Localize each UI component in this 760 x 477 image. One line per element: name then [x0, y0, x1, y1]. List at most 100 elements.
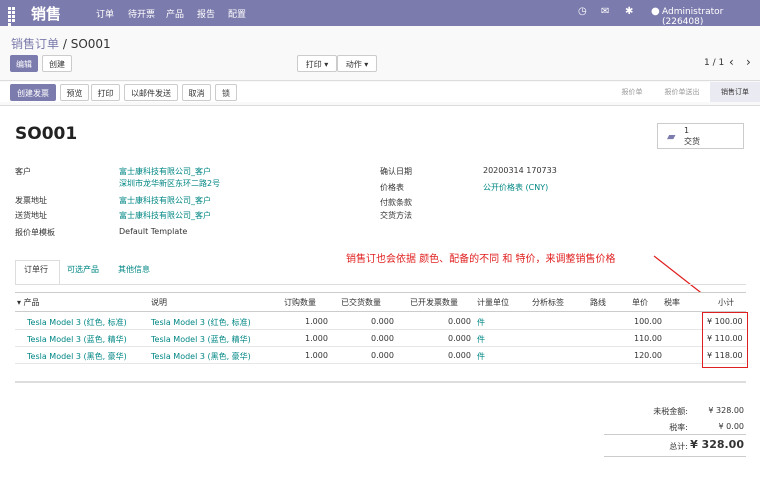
- create-button[interactable]: 创建: [42, 55, 72, 72]
- tab-other-info[interactable]: 其他信息: [118, 264, 150, 275]
- pager-value: 1 / 1: [704, 58, 725, 68]
- truck-icon: ▰: [667, 130, 676, 143]
- row-invoiced: 0.000: [448, 351, 471, 360]
- row-invoiced: 0.000: [448, 334, 471, 343]
- payment-terms-label: 付款条款: [380, 198, 412, 207]
- row-delivered: 0.000: [371, 317, 394, 326]
- print-button[interactable]: 打印: [91, 84, 120, 101]
- template-label: 报价单模板: [15, 228, 55, 237]
- user-menu[interactable]: Administrator (226408): [662, 7, 760, 27]
- row-delivered: 0.000: [371, 351, 394, 360]
- stage-sales-order[interactable]: 销售订单: [710, 82, 760, 102]
- col-delivered-qty[interactable]: 已交货数量: [341, 297, 381, 308]
- edit-button[interactable]: 编辑: [10, 55, 38, 72]
- pager-next-icon[interactable]: ›: [746, 55, 751, 69]
- print-dropdown[interactable]: 打印 ▾: [297, 55, 337, 72]
- row-description[interactable]: Tesla Model 3 (蓝色, 精华): [151, 334, 251, 345]
- menu-orders[interactable]: 订单: [96, 7, 114, 20]
- tab-optional-products[interactable]: 可选产品: [67, 264, 99, 275]
- col-subtotal[interactable]: 小计: [718, 297, 734, 308]
- order-name: SO001: [15, 124, 78, 144]
- row-description[interactable]: Tesla Model 3 (红色, 标准): [151, 317, 251, 328]
- preview-button[interactable]: 预览: [60, 84, 89, 101]
- col-invoiced-qty[interactable]: 已开发票数量: [410, 297, 458, 308]
- menu-to-invoice[interactable]: 待开票: [128, 7, 155, 20]
- row-qty[interactable]: 1.000: [305, 334, 328, 343]
- col-ordered-qty[interactable]: 订购数量: [284, 297, 316, 308]
- bug-icon[interactable]: ✱: [625, 6, 633, 17]
- total-value: ¥ 328.00: [690, 438, 744, 451]
- pager-prev-icon[interactable]: ‹: [729, 55, 734, 69]
- col-product[interactable]: ▾ 产品: [17, 297, 40, 308]
- pricelist-field[interactable]: 公开价格表 (CNY): [483, 182, 548, 193]
- delivery-address-field[interactable]: 富士康科技有限公司_客户: [119, 210, 211, 221]
- row-qty[interactable]: 1.000: [305, 317, 328, 326]
- tab-divider: [15, 284, 746, 285]
- row-delivered: 0.000: [371, 334, 394, 343]
- menu-products[interactable]: 产品: [166, 7, 184, 20]
- col-description[interactable]: 说明: [151, 297, 167, 308]
- breadcrumb: 销售订单 / SO001: [11, 35, 111, 52]
- row-divider: [15, 329, 746, 330]
- col-route[interactable]: 路线: [590, 297, 606, 308]
- confirm-date-label: 确认日期: [380, 167, 412, 176]
- stage-quotation[interactable]: 报价单: [610, 82, 654, 102]
- menu-reports[interactable]: 报告: [197, 7, 215, 20]
- total-label: 总计:: [669, 442, 688, 451]
- row-price[interactable]: 110.00: [634, 334, 662, 343]
- customer-field[interactable]: 富士康科技有限公司_客户: [119, 166, 211, 177]
- row-product[interactable]: Tesla Model 3 (黑色, 豪华): [27, 351, 127, 362]
- create-invoice-button[interactable]: 创建发票: [10, 84, 56, 101]
- row-divider: [15, 363, 746, 364]
- customer-address: 深圳市龙华新区东环二路2号: [119, 179, 221, 188]
- row-price[interactable]: 120.00: [634, 351, 662, 360]
- lock-button[interactable]: 锁: [215, 84, 237, 101]
- customer-label: 客户: [15, 167, 31, 176]
- chat-icon[interactable]: ✉: [601, 6, 609, 17]
- invoice-address-field[interactable]: 富士康科技有限公司_客户: [119, 195, 211, 206]
- col-analytic-tags[interactable]: 分析标签: [532, 297, 564, 308]
- divider: [0, 80, 760, 81]
- annotation-highlight-box: [702, 312, 748, 368]
- delivery-label: 交货: [684, 137, 700, 146]
- tab-order-lines[interactable]: 订单行: [24, 264, 48, 275]
- cancel-button[interactable]: 取消: [182, 84, 211, 101]
- row-description[interactable]: Tesla Model 3 (黑色, 豪华): [151, 351, 251, 362]
- row-uom[interactable]: 件: [477, 351, 485, 362]
- breadcrumb-separator: /: [62, 37, 67, 51]
- row-uom[interactable]: 件: [477, 317, 485, 328]
- action-dropdown[interactable]: 动作 ▾: [337, 55, 377, 72]
- untaxed-label: 未税金额:: [653, 407, 688, 416]
- breadcrumb-current: SO001: [70, 37, 111, 51]
- col-uom[interactable]: 计量单位: [477, 297, 509, 308]
- row-product[interactable]: Tesla Model 3 (红色, 标准): [27, 317, 127, 328]
- stage-quotation-sent[interactable]: 报价单送出: [654, 82, 710, 102]
- user-avatar-icon[interactable]: ●: [651, 6, 660, 17]
- totals-divider: [604, 434, 746, 435]
- row-price[interactable]: 100.00: [634, 317, 662, 326]
- row-divider: [15, 346, 746, 347]
- clock-icon[interactable]: ◷: [578, 6, 587, 17]
- table-footer: [15, 381, 746, 383]
- row-uom[interactable]: 件: [477, 334, 485, 345]
- send-email-button[interactable]: 以邮件发送: [124, 84, 178, 101]
- pricelist-label: 价格表: [380, 183, 404, 192]
- row-invoiced: 0.000: [448, 317, 471, 326]
- app-title: 销售: [31, 5, 62, 23]
- col-tax[interactable]: 税率: [664, 297, 680, 308]
- col-unit-price[interactable]: 单价: [632, 297, 648, 308]
- row-qty[interactable]: 1.000: [305, 351, 328, 360]
- delivery-smart-button[interactable]: ▰ 1 交货: [657, 123, 744, 149]
- delivery-method-label: 交货方法: [380, 211, 412, 220]
- tax-label: 税率:: [669, 423, 688, 432]
- delivery-count: 1: [684, 126, 690, 135]
- invoice-address-label: 发票地址: [15, 196, 47, 205]
- annotation-text: 销售订也会依据 颜色、配备的不同 和 特价，来调整销售价格: [346, 254, 616, 265]
- menu-config[interactable]: 配置: [228, 7, 246, 20]
- breadcrumb-parent[interactable]: 销售订单: [11, 37, 59, 51]
- app-menu-icon[interactable]: [8, 7, 18, 26]
- tax-value: ¥ 0.00: [718, 422, 744, 431]
- confirm-date-field[interactable]: 20200314 170733: [483, 166, 557, 175]
- row-product[interactable]: Tesla Model 3 (蓝色, 精华): [27, 334, 127, 345]
- template-field[interactable]: Default Template: [119, 227, 187, 236]
